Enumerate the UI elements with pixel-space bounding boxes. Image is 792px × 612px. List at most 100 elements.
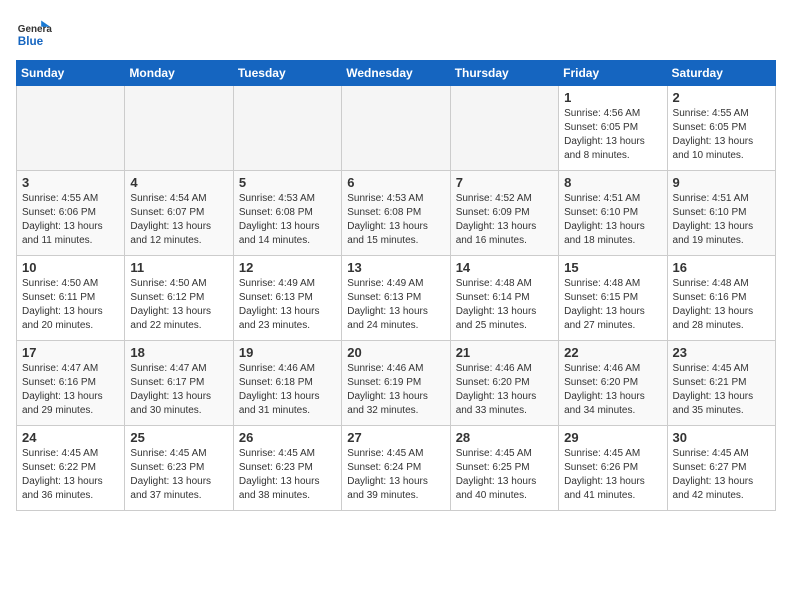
calendar-cell: 20Sunrise: 4:46 AM Sunset: 6:19 PM Dayli… bbox=[342, 341, 450, 426]
calendar-table: SundayMondayTuesdayWednesdayThursdayFrid… bbox=[16, 60, 776, 511]
calendar-cell: 21 Sunrise: 4:46 AM Sunset: 6:20 PM Dayli… bbox=[450, 341, 558, 426]
day-header-thursday: Thursday bbox=[450, 61, 558, 86]
calendar-cell bbox=[342, 86, 450, 171]
calendar-cell: 19 Sunrise: 4:46 AM Sunset: 6:18 PM Dayli… bbox=[233, 341, 341, 426]
day-number: 3 bbox=[22, 175, 119, 190]
day-info: Sunrise: 4:47 AM Sunset: 6:16 PM Dayligh… bbox=[22, 362, 119, 418]
calendar-cell: 2 Sunrise: 4:55 AM Sunset: 6:05 PM Daylig… bbox=[667, 86, 775, 171]
day-info: Sunrise: 4:50 AM Sunset: 6:11 PM Dayligh… bbox=[22, 277, 119, 333]
day-info: Sunrise: 4:51 AM Sunset: 6:10 PM Dayligh… bbox=[673, 192, 770, 248]
day-info: Sunrise: 4:45 AM Sunset: 6:23 PM Dayligh… bbox=[130, 447, 227, 503]
day-number: 13 bbox=[347, 260, 444, 275]
calendar-cell: 9 Sunrise: 4:51 AM Sunset: 6:10 PM Daylig… bbox=[667, 171, 775, 256]
calendar-cell bbox=[17, 86, 125, 171]
logo-icon: GeneralBlue bbox=[16, 16, 52, 52]
day-info: Sunrise: 4:53 AM Sunset: 6:08 PM Dayligh… bbox=[239, 192, 336, 248]
calendar-cell: 14Sunrise: 4:48 AM Sunset: 6:14 PM Dayli… bbox=[450, 256, 558, 341]
day-number: 19 bbox=[239, 345, 336, 360]
calendar-cell: 22 Sunrise: 4:46 AM Sunset: 6:20 PM Dayli… bbox=[559, 341, 667, 426]
day-header-monday: Monday bbox=[125, 61, 233, 86]
calendar-cell: 18Sunrise: 4:47 AM Sunset: 6:17 PM Dayli… bbox=[125, 341, 233, 426]
day-number: 22 bbox=[564, 345, 661, 360]
day-number: 20 bbox=[347, 345, 444, 360]
calendar-cell: 3 Sunrise: 4:55 AM Sunset: 6:06 PM Daylig… bbox=[17, 171, 125, 256]
day-number: 9 bbox=[673, 175, 770, 190]
calendar-cell: 27 Sunrise: 4:45 AM Sunset: 6:24 PM Dayli… bbox=[342, 426, 450, 511]
day-header-tuesday: Tuesday bbox=[233, 61, 341, 86]
day-number: 14 bbox=[456, 260, 553, 275]
day-info: Sunrise: 4:49 AM Sunset: 6:13 PM Dayligh… bbox=[347, 277, 444, 333]
calendar-cell bbox=[450, 86, 558, 171]
day-number: 15 bbox=[564, 260, 661, 275]
day-info: Sunrise: 4:45 AM Sunset: 6:23 PM Dayligh… bbox=[239, 447, 336, 503]
day-number: 1 bbox=[564, 90, 661, 105]
day-header-wednesday: Wednesday bbox=[342, 61, 450, 86]
day-header-sunday: Sunday bbox=[17, 61, 125, 86]
day-info: Sunrise: 4:48 AM Sunset: 6:16 PM Dayligh… bbox=[673, 277, 770, 333]
day-number: 25 bbox=[130, 430, 227, 445]
day-info: Sunrise: 4:45 AM Sunset: 6:27 PM Dayligh… bbox=[673, 447, 770, 503]
day-info: Sunrise: 4:45 AM Sunset: 6:24 PM Dayligh… bbox=[347, 447, 444, 503]
day-info: Sunrise: 4:50 AM Sunset: 6:12 PM Dayligh… bbox=[130, 277, 227, 333]
day-number: 6 bbox=[347, 175, 444, 190]
calendar-week-2: 3 Sunrise: 4:55 AM Sunset: 6:06 PM Daylig… bbox=[17, 171, 776, 256]
logo: GeneralBlue bbox=[16, 16, 52, 52]
calendar-cell: 30Sunrise: 4:45 AM Sunset: 6:27 PM Dayli… bbox=[667, 426, 775, 511]
day-number: 24 bbox=[22, 430, 119, 445]
svg-text:Blue: Blue bbox=[18, 35, 44, 48]
day-number: 2 bbox=[673, 90, 770, 105]
calendar-cell bbox=[125, 86, 233, 171]
calendar-cell bbox=[233, 86, 341, 171]
day-number: 23 bbox=[673, 345, 770, 360]
day-number: 26 bbox=[239, 430, 336, 445]
calendar-cell: 25 Sunrise: 4:45 AM Sunset: 6:23 PM Dayli… bbox=[125, 426, 233, 511]
calendar-cell: 13 Sunrise: 4:49 AM Sunset: 6:13 PM Dayli… bbox=[342, 256, 450, 341]
calendar-cell: 23Sunrise: 4:45 AM Sunset: 6:21 PM Dayli… bbox=[667, 341, 775, 426]
day-number: 4 bbox=[130, 175, 227, 190]
calendar-cell: 16Sunrise: 4:48 AM Sunset: 6:16 PM Dayli… bbox=[667, 256, 775, 341]
calendar-cell: 17 Sunrise: 4:47 AM Sunset: 6:16 PM Dayli… bbox=[17, 341, 125, 426]
day-info: Sunrise: 4:46 AM Sunset: 6:20 PM Dayligh… bbox=[564, 362, 661, 418]
calendar-cell: 28Sunrise: 4:45 AM Sunset: 6:25 PM Dayli… bbox=[450, 426, 558, 511]
calendar-cell: 8 Sunrise: 4:51 AM Sunset: 6:10 PM Daylig… bbox=[559, 171, 667, 256]
day-number: 17 bbox=[22, 345, 119, 360]
day-number: 27 bbox=[347, 430, 444, 445]
day-number: 12 bbox=[239, 260, 336, 275]
day-info: Sunrise: 4:51 AM Sunset: 6:10 PM Dayligh… bbox=[564, 192, 661, 248]
day-info: Sunrise: 4:45 AM Sunset: 6:26 PM Dayligh… bbox=[564, 447, 661, 503]
day-info: Sunrise: 4:46 AM Sunset: 6:18 PM Dayligh… bbox=[239, 362, 336, 418]
calendar-cell: 10 Sunrise: 4:50 AM Sunset: 6:11 PM Dayli… bbox=[17, 256, 125, 341]
day-number: 5 bbox=[239, 175, 336, 190]
day-header-friday: Friday bbox=[559, 61, 667, 86]
day-info: Sunrise: 4:47 AM Sunset: 6:17 PM Dayligh… bbox=[130, 362, 227, 418]
day-number: 10 bbox=[22, 260, 119, 275]
day-info: Sunrise: 4:48 AM Sunset: 6:15 PM Dayligh… bbox=[564, 277, 661, 333]
day-number: 11 bbox=[130, 260, 227, 275]
calendar-header-row: SundayMondayTuesdayWednesdayThursdayFrid… bbox=[17, 61, 776, 86]
calendar-cell: 24 Sunrise: 4:45 AM Sunset: 6:22 PM Dayli… bbox=[17, 426, 125, 511]
calendar-cell: 11 Sunrise: 4:50 AM Sunset: 6:12 PM Dayli… bbox=[125, 256, 233, 341]
calendar-week-5: 24 Sunrise: 4:45 AM Sunset: 6:22 PM Dayli… bbox=[17, 426, 776, 511]
calendar-cell: 6 Sunrise: 4:53 AM Sunset: 6:08 PM Daylig… bbox=[342, 171, 450, 256]
calendar-cell: 4 Sunrise: 4:54 AM Sunset: 6:07 PM Daylig… bbox=[125, 171, 233, 256]
day-info: Sunrise: 4:46 AM Sunset: 6:20 PM Dayligh… bbox=[456, 362, 553, 418]
calendar-cell: 26 Sunrise: 4:45 AM Sunset: 6:23 PM Dayli… bbox=[233, 426, 341, 511]
day-number: 8 bbox=[564, 175, 661, 190]
calendar-cell: 15 Sunrise: 4:48 AM Sunset: 6:15 PM Dayli… bbox=[559, 256, 667, 341]
calendar-cell: 12 Sunrise: 4:49 AM Sunset: 6:13 PM Dayli… bbox=[233, 256, 341, 341]
day-info: Sunrise: 4:53 AM Sunset: 6:08 PM Dayligh… bbox=[347, 192, 444, 248]
day-info: Sunrise: 4:56 AM Sunset: 6:05 PM Dayligh… bbox=[564, 107, 661, 163]
day-info: Sunrise: 4:52 AM Sunset: 6:09 PM Dayligh… bbox=[456, 192, 553, 248]
calendar-cell: 1 Sunrise: 4:56 AM Sunset: 6:05 PM Daylig… bbox=[559, 86, 667, 171]
day-info: Sunrise: 4:54 AM Sunset: 6:07 PM Dayligh… bbox=[130, 192, 227, 248]
day-number: 7 bbox=[456, 175, 553, 190]
day-info: Sunrise: 4:45 AM Sunset: 6:22 PM Dayligh… bbox=[22, 447, 119, 503]
calendar-cell: 5 Sunrise: 4:53 AM Sunset: 6:08 PM Daylig… bbox=[233, 171, 341, 256]
page-header: GeneralBlue bbox=[16, 16, 776, 52]
day-info: Sunrise: 4:55 AM Sunset: 6:06 PM Dayligh… bbox=[22, 192, 119, 248]
day-info: Sunrise: 4:49 AM Sunset: 6:13 PM Dayligh… bbox=[239, 277, 336, 333]
day-number: 21 bbox=[456, 345, 553, 360]
day-header-saturday: Saturday bbox=[667, 61, 775, 86]
day-info: Sunrise: 4:55 AM Sunset: 6:05 PM Dayligh… bbox=[673, 107, 770, 163]
day-number: 29 bbox=[564, 430, 661, 445]
